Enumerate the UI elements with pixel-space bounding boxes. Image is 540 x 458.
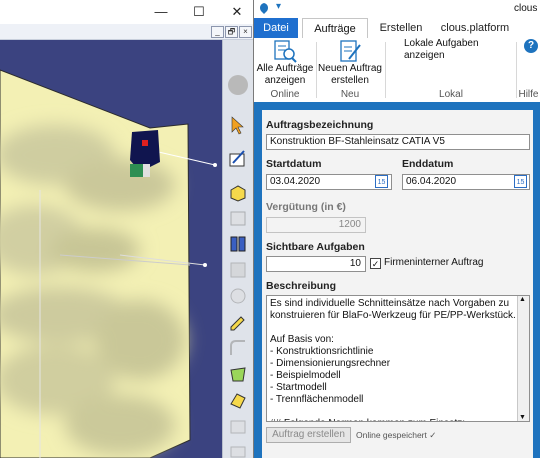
quick-access-arrow-icon[interactable]: ▾ [276, 1, 281, 12]
draft-icon[interactable] [228, 364, 248, 384]
visible-tasks-input[interactable]: 10 [266, 256, 366, 272]
search-orders-icon [274, 40, 297, 63]
description-line: - Startmodell [270, 382, 327, 393]
all-orders-label-2: anzeigen [264, 75, 306, 86]
description-text: Es sind individuelle Schnitteinsätze nac… [270, 298, 516, 421]
all-orders-label-1: Alle Aufträge [256, 63, 314, 74]
order-title-input[interactable]: Konstruktion BF-Stahleinsatz CATIA V5 [266, 134, 530, 150]
select-arrow-icon[interactable] [228, 115, 248, 135]
order-form: Auftragsbezeichnung Konstruktion BF-Stah… [262, 110, 533, 458]
catia-toolbar [222, 40, 253, 458]
description-line: - Trennflächenmodell [270, 394, 364, 405]
payment-input[interactable]: 1200 [266, 217, 366, 233]
app-title: clous [514, 3, 538, 14]
description-line: - Konstruktionsrichtlinie [270, 346, 374, 357]
tab-clous-platform[interactable]: clous.platform [430, 18, 520, 38]
pad-icon[interactable] [228, 182, 248, 202]
ribbon: Alle Aufträge anzeigen Neuen Auftrag ers… [254, 38, 540, 103]
clous-panel: ▾ clous Datei Aufträge Erstellen clous.p… [253, 0, 540, 458]
minimize-button[interactable]: — [150, 3, 172, 21]
3d-viewport[interactable] [0, 40, 222, 458]
label-end-date: Enddatum [402, 158, 454, 170]
maximize-button[interactable]: ☐ [188, 3, 210, 21]
label-payment: Vergütung (in €) [266, 201, 346, 213]
chamfer-icon[interactable] [228, 390, 248, 410]
close-button[interactable]: ✕ [226, 3, 248, 21]
groove-icon[interactable] [228, 260, 248, 280]
model-view [0, 69, 217, 458]
new-order-label-2: erstellen [331, 75, 369, 86]
create-order-button[interactable]: Auftrag erstellen [266, 427, 351, 443]
start-date-input[interactable]: 03.04.2020 [266, 174, 392, 190]
local-tasks-button[interactable]: Lokale Aufgaben anzeigen [404, 38, 516, 62]
internal-order-checkbox[interactable]: ✓ [370, 258, 381, 269]
group-label-online: Online [270, 89, 300, 100]
calendar-icon[interactable]: 15 [514, 175, 527, 188]
description-line: - Dimensionierungsrechner [270, 358, 391, 369]
label-visible-tasks: Sichtbare Aufgaben [266, 241, 365, 253]
tab-auftraege[interactable]: Aufträge [302, 18, 368, 40]
tab-erstellen[interactable]: Erstellen [372, 18, 430, 38]
description-line: konstruieren für BlaFo-Werkzeug für PE/P… [270, 310, 516, 321]
description-line: Es sind individuelle Schnitteinsätze nac… [270, 298, 510, 309]
help-icon[interactable]: ? [524, 39, 538, 53]
description-line: ## Folgende Normen kommen zum Einsatz: [270, 418, 516, 421]
internal-order-label: Firmeninterner Auftrag [384, 257, 484, 268]
clous-logo-icon [260, 3, 268, 14]
shell-icon[interactable] [228, 416, 248, 436]
new-order-icon [340, 40, 361, 62]
group-label-lokal: Lokal [439, 89, 463, 100]
end-date-input[interactable]: 06.04.2020 [402, 174, 530, 190]
ribbon-tabs: Datei Aufträge Erstellen clous.platform [254, 18, 540, 40]
scroll-down-icon[interactable]: ▼ [519, 414, 526, 421]
new-order-button[interactable]: Neuen Auftrag erstellen [318, 38, 382, 87]
group-label-hilfe: Hilfe [518, 89, 539, 100]
description-line: Auf Basis von: [270, 334, 334, 345]
description-textarea[interactable]: Es sind individuelle Schnitteinsätze nac… [266, 295, 530, 422]
catia-window: — ☐ ✕ _ 🗗 × [0, 0, 253, 458]
label-order-title: Auftragsbezeichnung [266, 119, 374, 131]
group-separator [316, 42, 317, 98]
document-controls-bar: _ 🗗 × [0, 24, 253, 40]
hole-icon[interactable] [228, 286, 248, 306]
catia-titlebar: — ☐ ✕ [0, 0, 253, 24]
thickness-icon[interactable] [228, 442, 248, 458]
fillet-icon[interactable] [228, 338, 248, 358]
order-form-area: Auftragsbezeichnung Konstruktion BF-Stah… [254, 102, 540, 458]
tab-datei[interactable]: Datei [254, 18, 298, 38]
description-line [270, 322, 516, 334]
label-start-date: Startdatum [266, 158, 322, 170]
calendar-icon[interactable]: 15 [375, 175, 388, 188]
description-line [270, 406, 516, 418]
description-line: - Beispielmodell [270, 370, 341, 381]
edit-icon[interactable] [228, 312, 248, 332]
all-orders-button[interactable]: Alle Aufträge anzeigen [256, 38, 314, 87]
doc-close-button[interactable]: × [239, 26, 252, 38]
label-description: Beschreibung [266, 280, 337, 292]
clous-titlebar: ▾ clous [254, 0, 540, 18]
sketch-icon[interactable] [228, 148, 248, 168]
shaft-icon[interactable] [228, 234, 248, 254]
doc-minimize-button[interactable]: _ [211, 26, 224, 38]
new-order-label-1: Neuen Auftrag [318, 63, 382, 74]
save-status: Online gespeichert ✓ [356, 430, 437, 440]
scroll-up-icon[interactable]: ▲ [519, 296, 526, 303]
doc-restore-button[interactable]: 🗗 [225, 26, 238, 38]
pocket-icon[interactable] [228, 208, 248, 228]
group-label-neu: Neu [340, 89, 360, 100]
gear-icon[interactable] [228, 75, 248, 95]
description-scrollbar[interactable]: ▲ ▼ [517, 296, 529, 421]
